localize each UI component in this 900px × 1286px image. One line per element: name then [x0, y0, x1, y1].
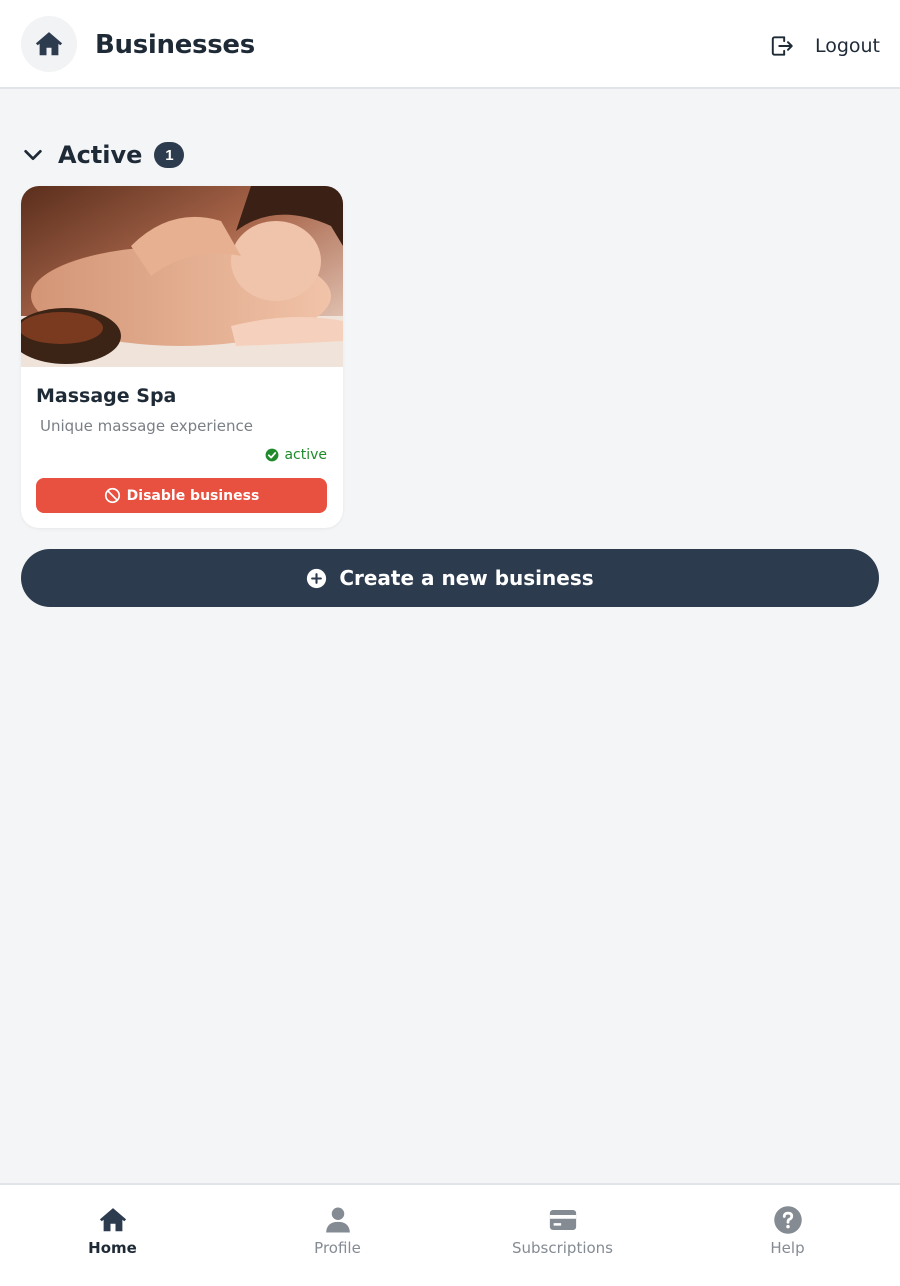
logout-label: Logout: [814, 35, 880, 57]
active-section-toggle[interactable]: Active 1: [22, 138, 185, 172]
business-description: Unique massage experience: [40, 417, 253, 435]
nav-label-subscriptions: Subscriptions: [511, 1239, 613, 1257]
disable-business-label: Disable business: [126, 487, 260, 504]
home-button[interactable]: [21, 16, 77, 72]
status-badge: active: [265, 447, 327, 463]
nav-item-subscriptions[interactable]: Subscriptions: [450, 1185, 675, 1286]
home-icon: [99, 1208, 126, 1232]
top-bar: Businesses Logout: [0, 0, 900, 89]
create-business-label: Create a new business: [339, 566, 594, 590]
page-title: Businesses: [95, 30, 255, 60]
home-icon: [35, 32, 63, 56]
nav-label-profile: Profile: [314, 1239, 361, 1257]
business-name: Massage Spa: [36, 385, 177, 407]
nav-label-help: Help: [770, 1239, 805, 1257]
business-card[interactable]: Massage Spa Unique massage experience ac…: [21, 186, 343, 528]
credit-card-icon: [549, 1210, 576, 1230]
user-icon: [325, 1207, 350, 1233]
ban-icon: [104, 487, 120, 504]
nav-item-home[interactable]: Home: [0, 1185, 225, 1286]
business-image: [21, 186, 343, 367]
logout-button[interactable]: Logout: [769, 30, 880, 62]
disable-business-button[interactable]: Disable business: [36, 478, 327, 513]
nav-item-help[interactable]: Help: [675, 1185, 900, 1286]
count-badge: 1: [154, 142, 185, 168]
plus-circle-icon: [307, 568, 327, 588]
chevron-down-icon: [24, 149, 42, 161]
create-business-button[interactable]: Create a new business: [21, 549, 879, 607]
help-circle-icon: [773, 1206, 802, 1234]
check-circle-icon: [266, 448, 279, 462]
status-label: active: [284, 447, 327, 463]
logout-icon: [771, 36, 793, 56]
bottom-navigation: Home Profile Subscriptions Help: [0, 1183, 900, 1286]
section-title: Active: [58, 141, 143, 169]
nav-item-profile[interactable]: Profile: [225, 1185, 450, 1286]
nav-label-home: Home: [88, 1239, 137, 1257]
